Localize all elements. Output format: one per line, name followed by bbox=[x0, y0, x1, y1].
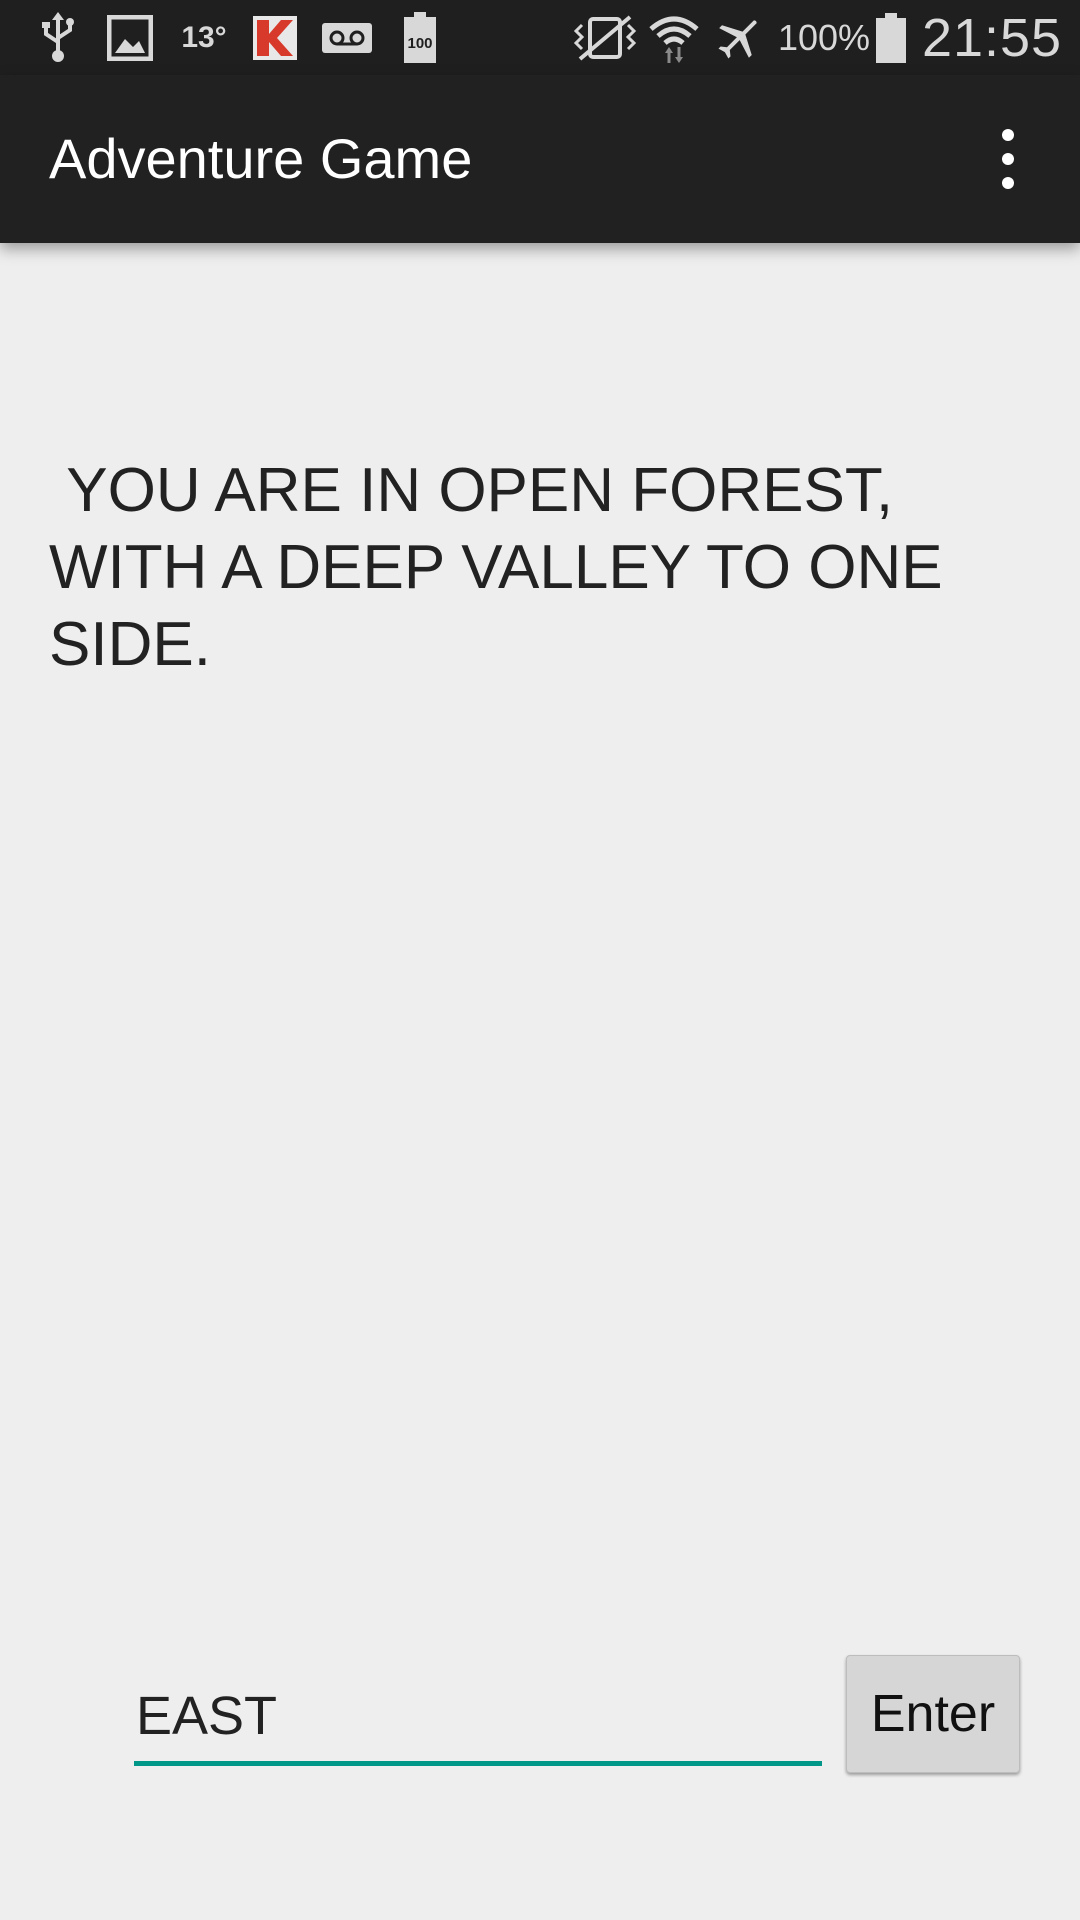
temperature-text: 13° bbox=[181, 20, 227, 54]
menu-dot bbox=[1002, 177, 1014, 189]
clock-text: 21:55 bbox=[921, 7, 1063, 68]
status-bar: 13° 100 100% 21:55 bbox=[0, 0, 1080, 75]
app-bar: Adventure Game bbox=[0, 75, 1080, 243]
gallery-icon bbox=[106, 0, 154, 75]
battery-badge-text: 100 bbox=[407, 35, 432, 52]
enter-button[interactable]: Enter bbox=[846, 1655, 1020, 1773]
kaspersky-icon bbox=[250, 0, 300, 75]
screen: 13° 100 100% 21:55 Adventure Game YOU AR… bbox=[0, 0, 1080, 1920]
app-title: Adventure Game bbox=[49, 127, 473, 190]
command-input[interactable] bbox=[134, 1670, 822, 1766]
voicemail-icon bbox=[322, 0, 372, 75]
wifi-icon bbox=[646, 0, 702, 75]
menu-dot bbox=[1002, 153, 1014, 165]
usb-icon bbox=[38, 0, 78, 75]
more-vert-icon[interactable] bbox=[985, 129, 1031, 189]
airplane-mode-icon bbox=[712, 0, 766, 75]
battery-100-icon: 100 bbox=[400, 0, 440, 75]
room-description: YOU ARE IN OPEN FOREST, WITH A DEEP VALL… bbox=[49, 456, 943, 679]
battery-icon bbox=[874, 0, 908, 75]
vibrate-icon bbox=[570, 0, 640, 75]
menu-dot bbox=[1002, 129, 1014, 141]
battery-percent-text: 100% bbox=[777, 16, 871, 58]
